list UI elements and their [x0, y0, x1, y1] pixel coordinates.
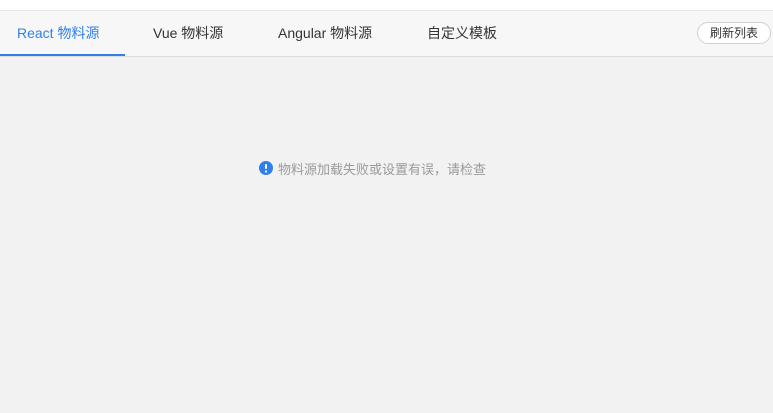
tab-vue-materials[interactable]: Vue 物料源 [153, 11, 223, 56]
tab-custom-templates[interactable]: 自定义模板 [427, 11, 497, 56]
active-tab-indicator [0, 54, 125, 56]
info-circle-icon [259, 161, 273, 175]
content-area: 物料源加载失败或设置有误，请检查 [0, 57, 773, 413]
tab-bar: React 物料源 Vue 物料源 Angular 物料源 自定义模板 刷新列表 [0, 11, 773, 57]
refresh-list-button[interactable]: 刷新列表 [697, 22, 771, 44]
tab-angular-materials[interactable]: Angular 物料源 [278, 11, 372, 56]
top-strip [0, 0, 773, 11]
error-message-text: 物料源加载失败或设置有误，请检查 [278, 161, 487, 177]
error-message: 物料源加载失败或设置有误，请检查 [259, 159, 486, 177]
tab-react-materials[interactable]: React 物料源 [17, 11, 99, 56]
material-panel: React 物料源 Vue 物料源 Angular 物料源 自定义模板 刷新列表… [0, 0, 773, 413]
